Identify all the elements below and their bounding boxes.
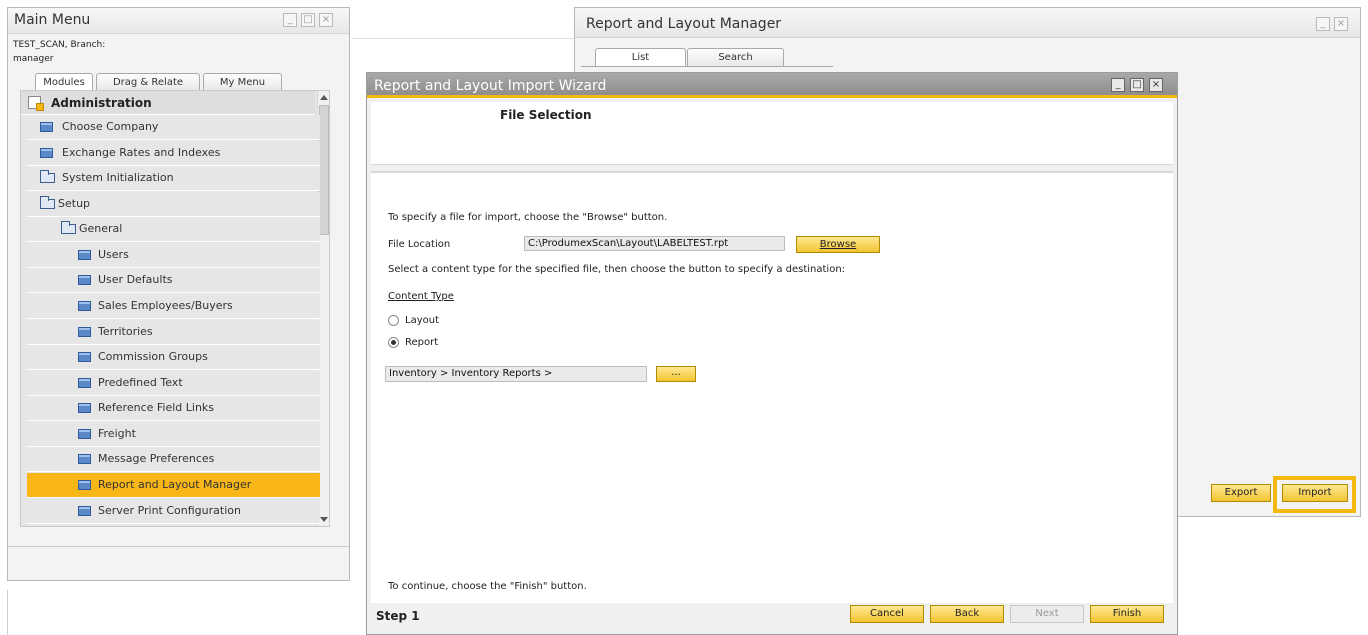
user-line: manager — [13, 54, 54, 64]
destination-field[interactable]: Inventory > Inventory Reports > — [385, 366, 647, 382]
close-icon[interactable]: × — [1334, 17, 1348, 31]
main-menu-window: Main Menu _ □ × TEST_SCAN, Branch: manag… — [7, 7, 350, 581]
window-icon — [78, 480, 91, 490]
close-icon[interactable]: × — [319, 13, 333, 27]
wizard-title: Report and Layout Import Wizard — [374, 78, 607, 94]
layout-radio-label[interactable]: Layout — [405, 315, 439, 326]
menu-item-report-layout-manager[interactable]: Report and Layout Manager — [27, 473, 320, 498]
instruction-text: To specify a file for import, choose the… — [388, 212, 668, 223]
window-icon — [78, 429, 91, 439]
workspace-left — [7, 590, 357, 635]
window-icon — [78, 250, 91, 260]
cancel-button[interactable]: Cancel — [850, 605, 924, 623]
scroll-down-icon[interactable] — [320, 517, 328, 522]
tab-my-menu[interactable]: My Menu — [203, 73, 282, 91]
file-location-label: File Location — [388, 239, 451, 250]
menu-item-server-print-configuration[interactable]: Server Print Configuration — [27, 499, 320, 524]
menu-item-system-initialization[interactable]: System Initialization — [27, 166, 320, 191]
report-radio-label[interactable]: Report — [405, 337, 438, 348]
administration-header[interactable]: Administration — [21, 91, 315, 115]
menu-item-users[interactable]: Users — [27, 243, 320, 268]
wizard-content-panel: To specify a file for import, choose the… — [371, 171, 1173, 603]
finish-button[interactable]: Finish — [1090, 605, 1164, 623]
layout-radio[interactable] — [388, 315, 399, 326]
report-manager-title: Report and Layout Manager — [586, 16, 782, 32]
folder-icon — [40, 170, 55, 183]
maximize-icon[interactable]: □ — [301, 13, 315, 27]
destination-ellipsis-button[interactable]: ... — [656, 366, 696, 382]
menu-item-setup[interactable]: Setup — [27, 192, 320, 217]
window-icon — [78, 275, 91, 285]
menu-item-territories[interactable]: Territories — [27, 320, 320, 345]
window-icon — [40, 122, 53, 132]
list-panel-border — [581, 66, 833, 67]
import-button[interactable]: Import — [1282, 484, 1348, 502]
wizard-header-panel: File Selection — [371, 102, 1173, 165]
export-button[interactable]: Export — [1211, 484, 1271, 502]
import-wizard-window: Report and Layout Import Wizard _ □ × Fi… — [366, 72, 1178, 635]
continue-text: To continue, choose the "Finish" button. — [388, 581, 587, 592]
menu-item-user-defaults[interactable]: User Defaults — [27, 268, 320, 293]
administration-label: Administration — [51, 96, 152, 110]
window-icon — [78, 506, 91, 516]
wizard-titlebar[interactable]: Report and Layout Import Wizard _ □ × — [367, 73, 1177, 98]
menu-item-predefined-text[interactable]: Predefined Text — [27, 371, 320, 396]
administration-icon — [28, 96, 44, 111]
back-button[interactable]: Back — [930, 605, 1004, 623]
main-menu-title: Main Menu — [14, 12, 91, 28]
report-radio[interactable] — [388, 337, 399, 348]
window-icon — [78, 301, 91, 311]
tab-search[interactable]: Search — [687, 48, 784, 66]
next-button[interactable]: Next — [1010, 605, 1084, 623]
menu-item-general[interactable]: General — [27, 217, 320, 242]
minimize-icon[interactable]: _ — [1316, 17, 1330, 31]
menu-item-freight[interactable]: Freight — [27, 422, 320, 447]
window-icon — [40, 148, 53, 158]
menu-item-commission-groups[interactable]: Commission Groups — [27, 345, 320, 370]
menu-item-exchange-rates[interactable]: Exchange Rates and Indexes — [27, 141, 320, 166]
tab-list[interactable]: List — [595, 48, 686, 66]
maximize-icon[interactable]: □ — [1130, 78, 1144, 92]
company-line: TEST_SCAN, Branch: — [13, 40, 106, 50]
menu-item-reference-field-links[interactable]: Reference Field Links — [27, 396, 320, 421]
browse-button[interactable]: Browse — [796, 236, 880, 253]
minimize-icon[interactable]: _ — [1111, 78, 1125, 92]
workspace-top-line — [352, 38, 574, 39]
panel-bottom-divider — [8, 546, 349, 547]
menu-item-choose-company[interactable]: Choose Company — [27, 115, 320, 140]
folder-open-icon — [61, 221, 76, 234]
main-menu-titlebar[interactable]: Main Menu _ □ × — [8, 8, 349, 34]
select-instruction-text: Select a content type for the specified … — [388, 264, 846, 275]
tab-modules[interactable]: Modules — [35, 73, 93, 91]
menu-item-message-preferences[interactable]: Message Preferences — [27, 447, 320, 472]
window-icon — [78, 327, 91, 337]
menu-item-sales-employees[interactable]: Sales Employees/Buyers — [27, 294, 320, 319]
scroll-up-icon[interactable] — [320, 95, 328, 100]
wizard-heading: File Selection — [500, 108, 592, 122]
folder-open-icon — [40, 196, 55, 209]
window-icon — [78, 378, 91, 388]
step-label: Step 1 — [376, 609, 420, 623]
window-icon — [78, 454, 91, 464]
minimize-icon[interactable]: _ — [283, 13, 297, 27]
file-location-field[interactable]: C:\ProdumexScan\Layout\LABELTEST.rpt — [524, 236, 785, 251]
close-icon[interactable]: × — [1149, 78, 1163, 92]
tab-drag-relate[interactable]: Drag & Relate — [96, 73, 200, 91]
window-icon — [78, 403, 91, 413]
scroll-thumb[interactable] — [319, 105, 329, 235]
content-type-label: Content Type — [388, 291, 454, 302]
window-icon — [78, 352, 91, 362]
report-manager-titlebar[interactable]: Report and Layout Manager _ × — [575, 8, 1360, 38]
